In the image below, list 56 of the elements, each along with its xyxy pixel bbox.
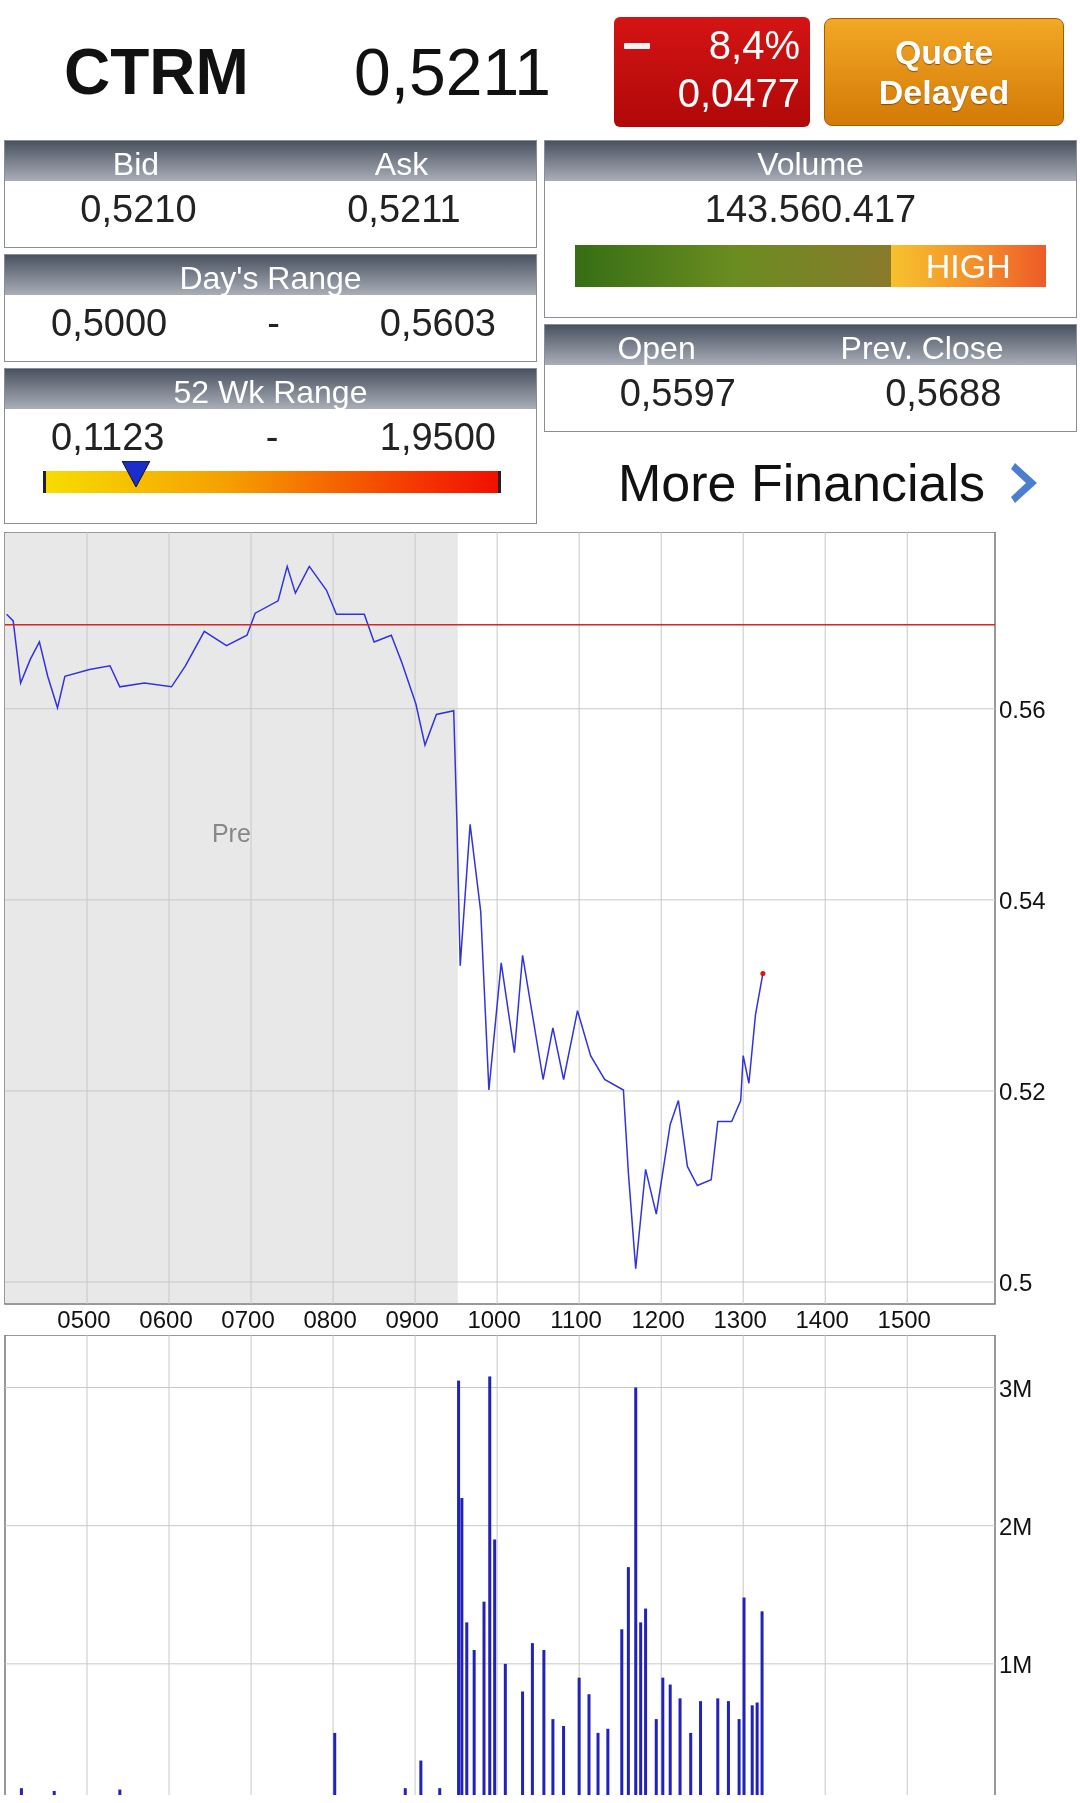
x-axis-label: 1400: [795, 1306, 849, 1332]
panel-label: Ask: [374, 147, 429, 181]
volume-bar: [333, 1732, 337, 1795]
quote-value: 0,5210: [80, 187, 197, 231]
change-amount: 0,0477: [677, 70, 800, 117]
x-axis-label: 1300: [713, 1306, 767, 1332]
y-axis-label: 0.5: [999, 1269, 1033, 1296]
x-axis-label: 1500: [877, 1306, 931, 1332]
x-axis-label: 0800: [303, 1306, 357, 1332]
x-axis-label: 0900: [385, 1306, 439, 1332]
change-percent: 8,4%: [708, 22, 800, 69]
y-axis-label: 0.52: [999, 1077, 1046, 1105]
range-separator: -: [267, 301, 280, 345]
y-axis-label: 2M: [999, 1512, 1033, 1540]
volume-bar: [403, 1788, 407, 1795]
range-low: 0,1123: [51, 415, 165, 459]
y-axis-label: 1M: [999, 1650, 1033, 1678]
quote-value: 0,5211: [347, 187, 461, 231]
session-label: Pre: [211, 819, 251, 847]
range-high: 0,5603: [379, 301, 496, 345]
volume-bar: [118, 1789, 122, 1795]
volume-bar: [562, 1726, 566, 1795]
panel-label: Open: [617, 331, 696, 365]
ticker-symbol: CTRM: [64, 35, 250, 109]
y-axis-label: 0.54: [999, 886, 1046, 914]
x-axis-label: 1100: [550, 1306, 602, 1332]
range-high: 1,9500: [379, 415, 496, 459]
range-separator: -: [265, 415, 279, 459]
x-axis-label: 0700: [221, 1306, 275, 1332]
panel-label: Day's Range: [179, 261, 362, 295]
volume-bar: [19, 1788, 23, 1795]
volume-bar: [596, 1732, 600, 1795]
x-axis-label: 1000: [467, 1306, 521, 1332]
quote-value: 0,5688: [885, 371, 1002, 415]
more-financials-link[interactable]: More Financials: [544, 438, 1077, 528]
last-price: 0,5211: [354, 34, 552, 110]
range-low: 0,5000: [51, 301, 168, 345]
volume-bar: [438, 1788, 442, 1795]
volume-bar: [419, 1760, 423, 1795]
y-axis-label: 0.56: [999, 695, 1046, 723]
x-axis-label: 0600: [139, 1306, 193, 1332]
y-axis-label: 3M: [999, 1374, 1033, 1402]
volume-bar: [52, 1790, 56, 1795]
panel-label: Volume: [757, 147, 864, 181]
panel-label: 52 Wk Range: [173, 375, 368, 409]
volume-level-label: HIGH: [890, 245, 1046, 287]
volume-bar: [606, 1728, 610, 1795]
volume-value: 143.560.417: [704, 187, 917, 231]
x-axis-label: 0500: [57, 1306, 111, 1332]
last-price-dot: [760, 970, 766, 976]
volume-bar: [689, 1732, 693, 1795]
minus-icon: [624, 43, 650, 49]
panel-label: Prev. Close: [840, 331, 1004, 365]
panel-label: Bid: [112, 147, 160, 181]
x-axis-label: 1200: [631, 1306, 685, 1332]
quote-value: 0,5597: [619, 371, 736, 415]
